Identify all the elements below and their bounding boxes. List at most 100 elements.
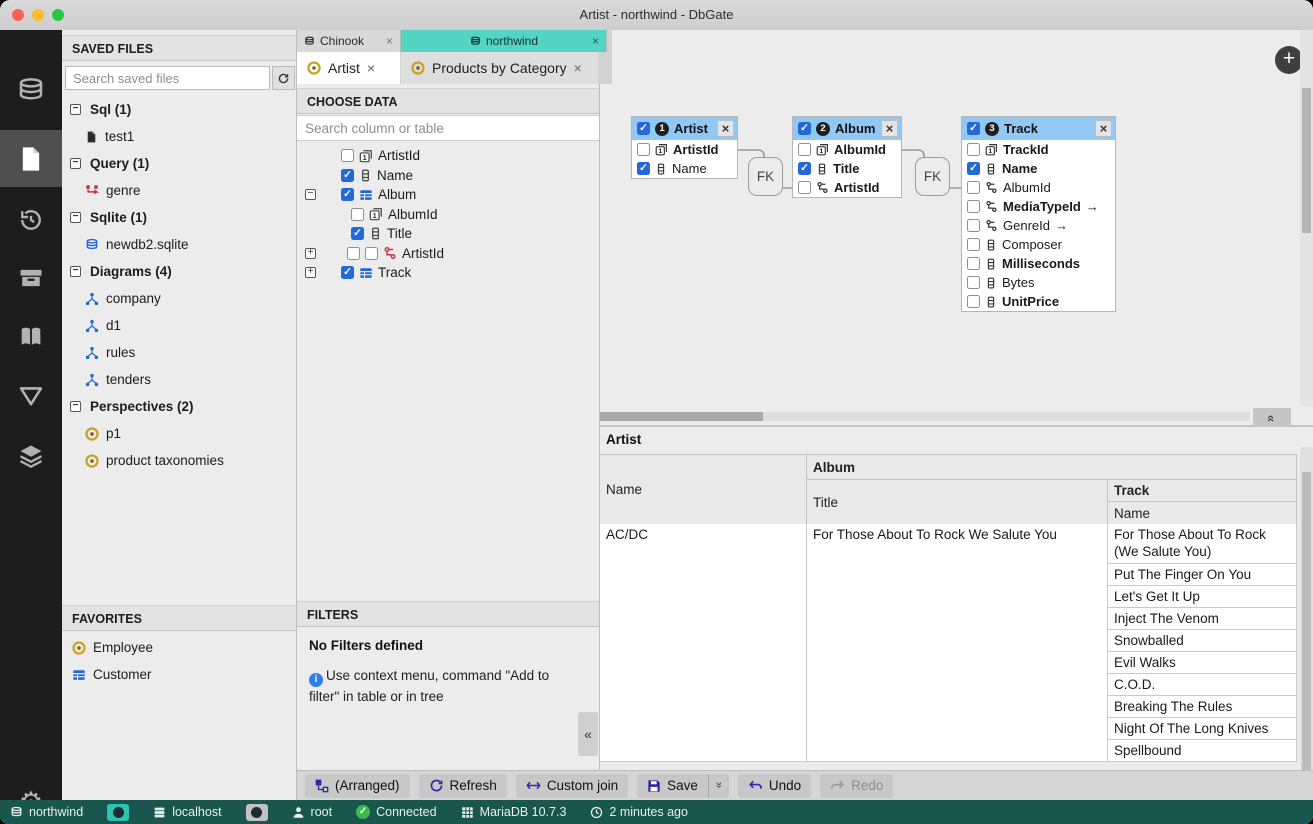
column-row-genreid-fk[interactable]: GenreId→ (962, 216, 1115, 235)
saved-files-search-input[interactable] (65, 66, 270, 90)
checkbox[interactable] (967, 181, 980, 194)
grid-vertical-scrollbar[interactable] (1300, 447, 1313, 769)
checkbox-checked[interactable] (798, 162, 811, 175)
checkbox-checked[interactable] (637, 122, 650, 135)
tab-artist[interactable]: Artist (297, 52, 400, 84)
grid-header-album-title[interactable]: Title (807, 480, 1108, 525)
close-tab-icon[interactable] (574, 60, 582, 76)
saved-file-tenders[interactable]: tenders (62, 366, 294, 393)
checkbox[interactable] (967, 276, 980, 289)
saved-file-newdb2[interactable]: newdb2.sqlite (62, 231, 294, 258)
column-row-mediatypeid-fk[interactable]: MediaTypeId→ (962, 197, 1115, 216)
saved-files-group-query[interactable]: Query (1) (62, 150, 294, 177)
column-row-bytes[interactable]: Bytes (962, 273, 1115, 292)
horizontal-scrollbar[interactable] (600, 412, 1250, 421)
sidebar-item-layers[interactable] (0, 428, 62, 484)
scrollbar-thumb[interactable] (600, 412, 763, 421)
table-header-album[interactable]: 2 Album (793, 117, 901, 140)
grid-cell-track[interactable]: Snowballed (1108, 630, 1297, 652)
checkbox-checked[interactable] (351, 227, 364, 240)
saved-file-company[interactable]: company (62, 285, 294, 312)
checkbox[interactable] (637, 143, 650, 156)
table-header-artist[interactable]: 1 Artist (632, 117, 737, 140)
close-tab-icon[interactable] (367, 60, 375, 76)
close-tab-icon[interactable] (592, 34, 599, 48)
add-table-button[interactable] (1275, 46, 1303, 74)
checkbox[interactable] (798, 181, 811, 194)
checkbox-checked[interactable] (341, 266, 354, 279)
grid-header-track-name[interactable]: Name (1108, 502, 1297, 525)
checkbox-checked[interactable] (798, 122, 811, 135)
collapse-panel-button[interactable] (578, 712, 598, 756)
reference-arrow-icon[interactable]: → (1055, 218, 1068, 233)
column-row-name[interactable]: Name (632, 159, 737, 178)
table-header-track[interactable]: 3 Track (962, 117, 1115, 140)
column-row-artistid[interactable]: 1 ArtistId (632, 140, 737, 159)
checkbox[interactable] (347, 247, 360, 260)
column-row-name[interactable]: Name (962, 159, 1115, 178)
collapse-icon[interactable] (70, 104, 81, 115)
grid-cell-track[interactable]: Evil Walks (1108, 652, 1297, 674)
checkbox-checked[interactable] (341, 169, 354, 182)
close-table-icon[interactable] (881, 120, 898, 137)
close-tab-icon[interactable] (386, 34, 393, 48)
arranged-button[interactable]: (Arranged) (305, 774, 410, 798)
favorite-employee[interactable]: Employee (62, 634, 294, 661)
scrollbar-thumb[interactable] (1302, 472, 1311, 772)
grid-cell-track[interactable]: Let's Get It Up (1108, 586, 1297, 608)
column-row-unitprice[interactable]: UnitPrice (962, 292, 1115, 311)
saved-file-p1[interactable]: p1 (62, 420, 294, 447)
column-row-albumid[interactable]: 1 AlbumId (793, 140, 901, 159)
column-row-composer[interactable]: Composer (962, 235, 1115, 254)
sidebar-item-files[interactable] (0, 130, 62, 187)
sidebar-item-database-icon[interactable] (0, 63, 62, 119)
checkbox[interactable] (967, 295, 980, 308)
saved-files-group-perspectives[interactable]: Perspectives (2) (62, 393, 294, 420)
checkbox-checked[interactable] (967, 162, 980, 175)
column-row-trackid[interactable]: 1TrackId (962, 140, 1115, 159)
save-button[interactable]: Save (637, 774, 708, 798)
checkbox[interactable] (967, 257, 980, 270)
grid-cell-track[interactable]: For Those About To Rock (We Salute You) (1108, 524, 1297, 564)
diagram-table-artist[interactable]: 1 Artist 1 ArtistId Name (632, 117, 737, 178)
grid-cell-track[interactable]: C.O.D. (1108, 674, 1297, 696)
favorite-customer[interactable]: Customer (62, 661, 294, 688)
save-options-dropdown[interactable] (708, 774, 729, 798)
checkbox-checked[interactable] (967, 122, 980, 135)
diagram-table-track[interactable]: 3 Track 1TrackId Name AlbumId MediaTypeI… (962, 117, 1115, 311)
grid-cell-album[interactable]: For Those About To Rock We Salute You (807, 524, 1108, 762)
checkbox[interactable] (967, 219, 980, 232)
checkbox[interactable] (967, 238, 980, 251)
grid-header-album-group[interactable]: Album (807, 455, 1297, 480)
tab-database-northwind[interactable]: northwind (401, 30, 607, 52)
expand-icon[interactable] (305, 248, 316, 259)
column-row-artistid-fk[interactable]: ArtistId (793, 178, 901, 197)
saved-file-d1[interactable]: d1 (62, 312, 294, 339)
grid-cell-track[interactable]: Inject The Venom (1108, 608, 1297, 630)
checkbox[interactable] (798, 143, 811, 156)
tab-database-chinook[interactable]: Chinook (297, 30, 401, 52)
grid-cell-artist[interactable]: AC/DC (600, 524, 807, 762)
close-table-icon[interactable] (717, 120, 734, 137)
sidebar-item-book[interactable] (0, 308, 62, 364)
tree-item-artistid[interactable]: 1 ArtistId (297, 146, 598, 166)
choose-data-search-input[interactable] (297, 115, 599, 141)
grid-cell-track[interactable]: Night Of The Long Knives (1108, 718, 1297, 740)
saved-files-group-sql[interactable]: Sql (1) (62, 96, 294, 123)
grid-cell-track[interactable]: Breaking The Rules (1108, 696, 1297, 718)
refresh-button[interactable]: Refresh (419, 774, 507, 798)
collapse-icon[interactable] (70, 266, 81, 277)
saved-file-rules[interactable]: rules (62, 339, 294, 366)
sidebar-item-filter[interactable] (0, 368, 62, 424)
refresh-files-button[interactable] (272, 66, 295, 90)
collapse-icon[interactable] (70, 158, 81, 169)
tree-item-track[interactable]: Track (297, 263, 598, 283)
sidebar-item-archive[interactable] (0, 250, 62, 306)
saved-file-genre[interactable]: genre (62, 177, 294, 204)
reference-arrow-icon[interactable]: → (1086, 199, 1099, 214)
saved-file-test1[interactable]: test1 (62, 123, 294, 150)
diagram-canvas[interactable]: 1 Artist 1 ArtistId Name FK 2 Album (600, 30, 1313, 425)
column-row-albumid-fk[interactable]: AlbumId (962, 178, 1115, 197)
saved-file-product-taxonomies[interactable]: product taxonomies (62, 447, 294, 474)
expand-icon[interactable] (305, 267, 316, 278)
